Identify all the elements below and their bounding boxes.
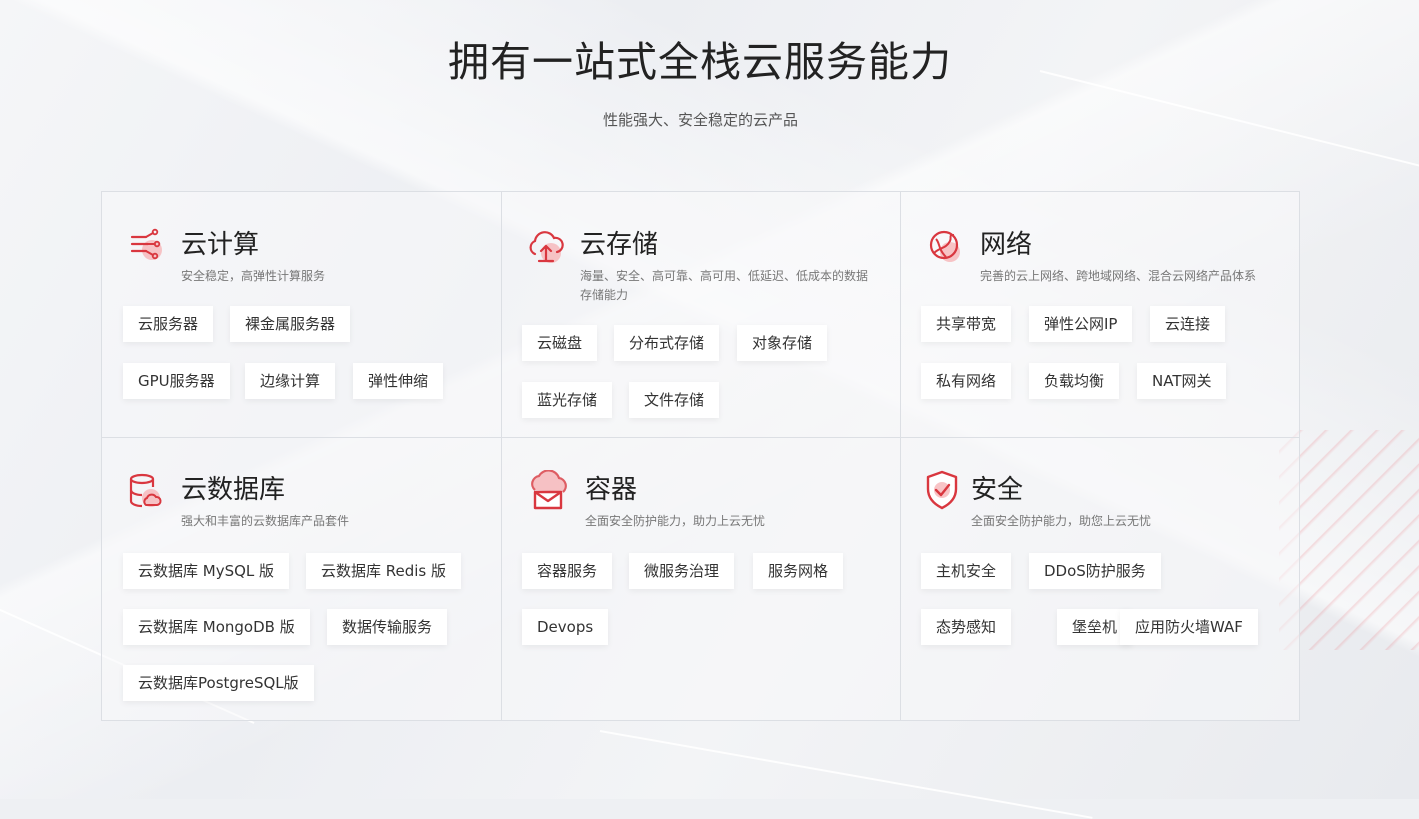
tag-redis[interactable]: 云数据库 Redis 版: [306, 553, 462, 589]
tag-nat-gateway[interactable]: NAT网关: [1137, 363, 1227, 399]
tag-cloud-connect[interactable]: 云连接: [1150, 306, 1226, 342]
category-cloud-compute: 云计算 安全稳定，高弹性计算服务 云服务器 裸金属服务器 GPU服务器 边缘计算…: [102, 192, 501, 437]
tag-mysql[interactable]: 云数据库 MySQL 版: [123, 553, 290, 589]
tag-microservice-governance[interactable]: 微服务治理: [629, 553, 735, 589]
tag-distributed-storage[interactable]: 分布式存储: [614, 325, 720, 361]
tag-bare-metal-server[interactable]: 裸金属服务器: [230, 306, 351, 342]
tag-mongodb[interactable]: 云数据库 MongoDB 版: [123, 609, 310, 645]
tag-devops[interactable]: Devops: [522, 609, 609, 645]
tag-object-storage[interactable]: 对象存储: [737, 325, 828, 361]
category-title: 网络: [980, 230, 1033, 260]
network-globe-icon: [926, 227, 966, 267]
tag-load-balancer[interactable]: 负载均衡: [1029, 363, 1120, 399]
tag-data-transmission[interactable]: 数据传输服务: [327, 609, 448, 645]
tag-gpu-server[interactable]: GPU服务器: [123, 363, 230, 399]
category-description: 全面安全防护能力，助您上云无忧: [971, 514, 1152, 528]
tag-cloud-disk[interactable]: 云磁盘: [522, 325, 598, 361]
tag-cloud-server[interactable]: 云服务器: [123, 306, 214, 342]
tag-bluray-storage[interactable]: 蓝光存储: [522, 382, 613, 418]
category-title: 容器: [585, 475, 638, 505]
tag-waf[interactable]: 应用防火墙WAF: [1120, 609, 1258, 645]
category-title: 云存储: [580, 230, 659, 260]
category-description: 海量、安全、高可靠、高可用、低延迟、低成本的数据存储能力: [580, 269, 869, 302]
category-title: 云计算: [181, 230, 260, 260]
container-icon: [525, 469, 567, 510]
page-subtitle: 性能强大、安全稳定的云产品: [602, 111, 798, 129]
category-description: 安全稳定，高弹性计算服务: [181, 269, 326, 283]
tag-ddos-protection[interactable]: DDoS防护服务: [1029, 553, 1161, 589]
decorative-red-stripes: [1279, 430, 1419, 650]
category-security: 安全 全面安全防护能力，助您上云无忧 主机安全 DDoS防护服务 态势感知 堡垒…: [900, 437, 1299, 720]
tag-edge-computing[interactable]: 边缘计算: [245, 363, 336, 399]
tag-elastic-public-ip[interactable]: 弹性公网IP: [1029, 306, 1133, 342]
tag-shared-bandwidth[interactable]: 共享带宽: [921, 306, 1012, 342]
cloud-upload-icon: [525, 226, 565, 266]
category-cloud-database: 云数据库 强大和丰富的云数据库产品套件 云数据库 MySQL 版 云数据库 Re…: [102, 437, 501, 720]
tag-postgresql[interactable]: 云数据库PostgreSQL版: [123, 665, 314, 701]
tag-host-security[interactable]: 主机安全: [921, 553, 1012, 589]
compute-icon: [126, 224, 166, 264]
tag-service-mesh[interactable]: 服务网格: [753, 553, 844, 589]
category-description: 完善的云上网络、跨地域网络、混合云网络产品体系: [980, 269, 1257, 283]
product-grid: 云计算 安全稳定，高弹性计算服务 云服务器 裸金属服务器 GPU服务器 边缘计算…: [101, 191, 1300, 721]
tag-container-service[interactable]: 容器服务: [522, 553, 613, 589]
category-network: 网络 完善的云上网络、跨地域网络、混合云网络产品体系 共享带宽 弹性公网IP 云…: [900, 192, 1299, 437]
category-container: 容器 全面安全防护能力，助力上云无忧 容器服务 微服务治理 服务网格 Devop…: [501, 437, 900, 720]
tag-situational-awareness[interactable]: 态势感知: [921, 609, 1012, 645]
category-description: 全面安全防护能力，助力上云无忧: [585, 514, 766, 528]
category-cloud-storage: 云存储 海量、安全、高可靠、高可用、低延迟、低成本的数据存储能力 云磁盘 分布式…: [501, 192, 900, 437]
page-title: 拥有一站式全栈云服务能力: [448, 38, 952, 86]
tag-private-network[interactable]: 私有网络: [921, 363, 1012, 399]
tag-file-storage[interactable]: 文件存储: [629, 382, 720, 418]
category-title: 云数据库: [181, 475, 286, 505]
shield-check-icon: [924, 469, 964, 510]
database-icon: [126, 471, 166, 511]
category-title: 安全: [971, 475, 1024, 505]
tag-auto-scaling[interactable]: 弹性伸缩: [353, 363, 444, 399]
category-description: 强大和丰富的云数据库产品套件: [181, 514, 350, 528]
